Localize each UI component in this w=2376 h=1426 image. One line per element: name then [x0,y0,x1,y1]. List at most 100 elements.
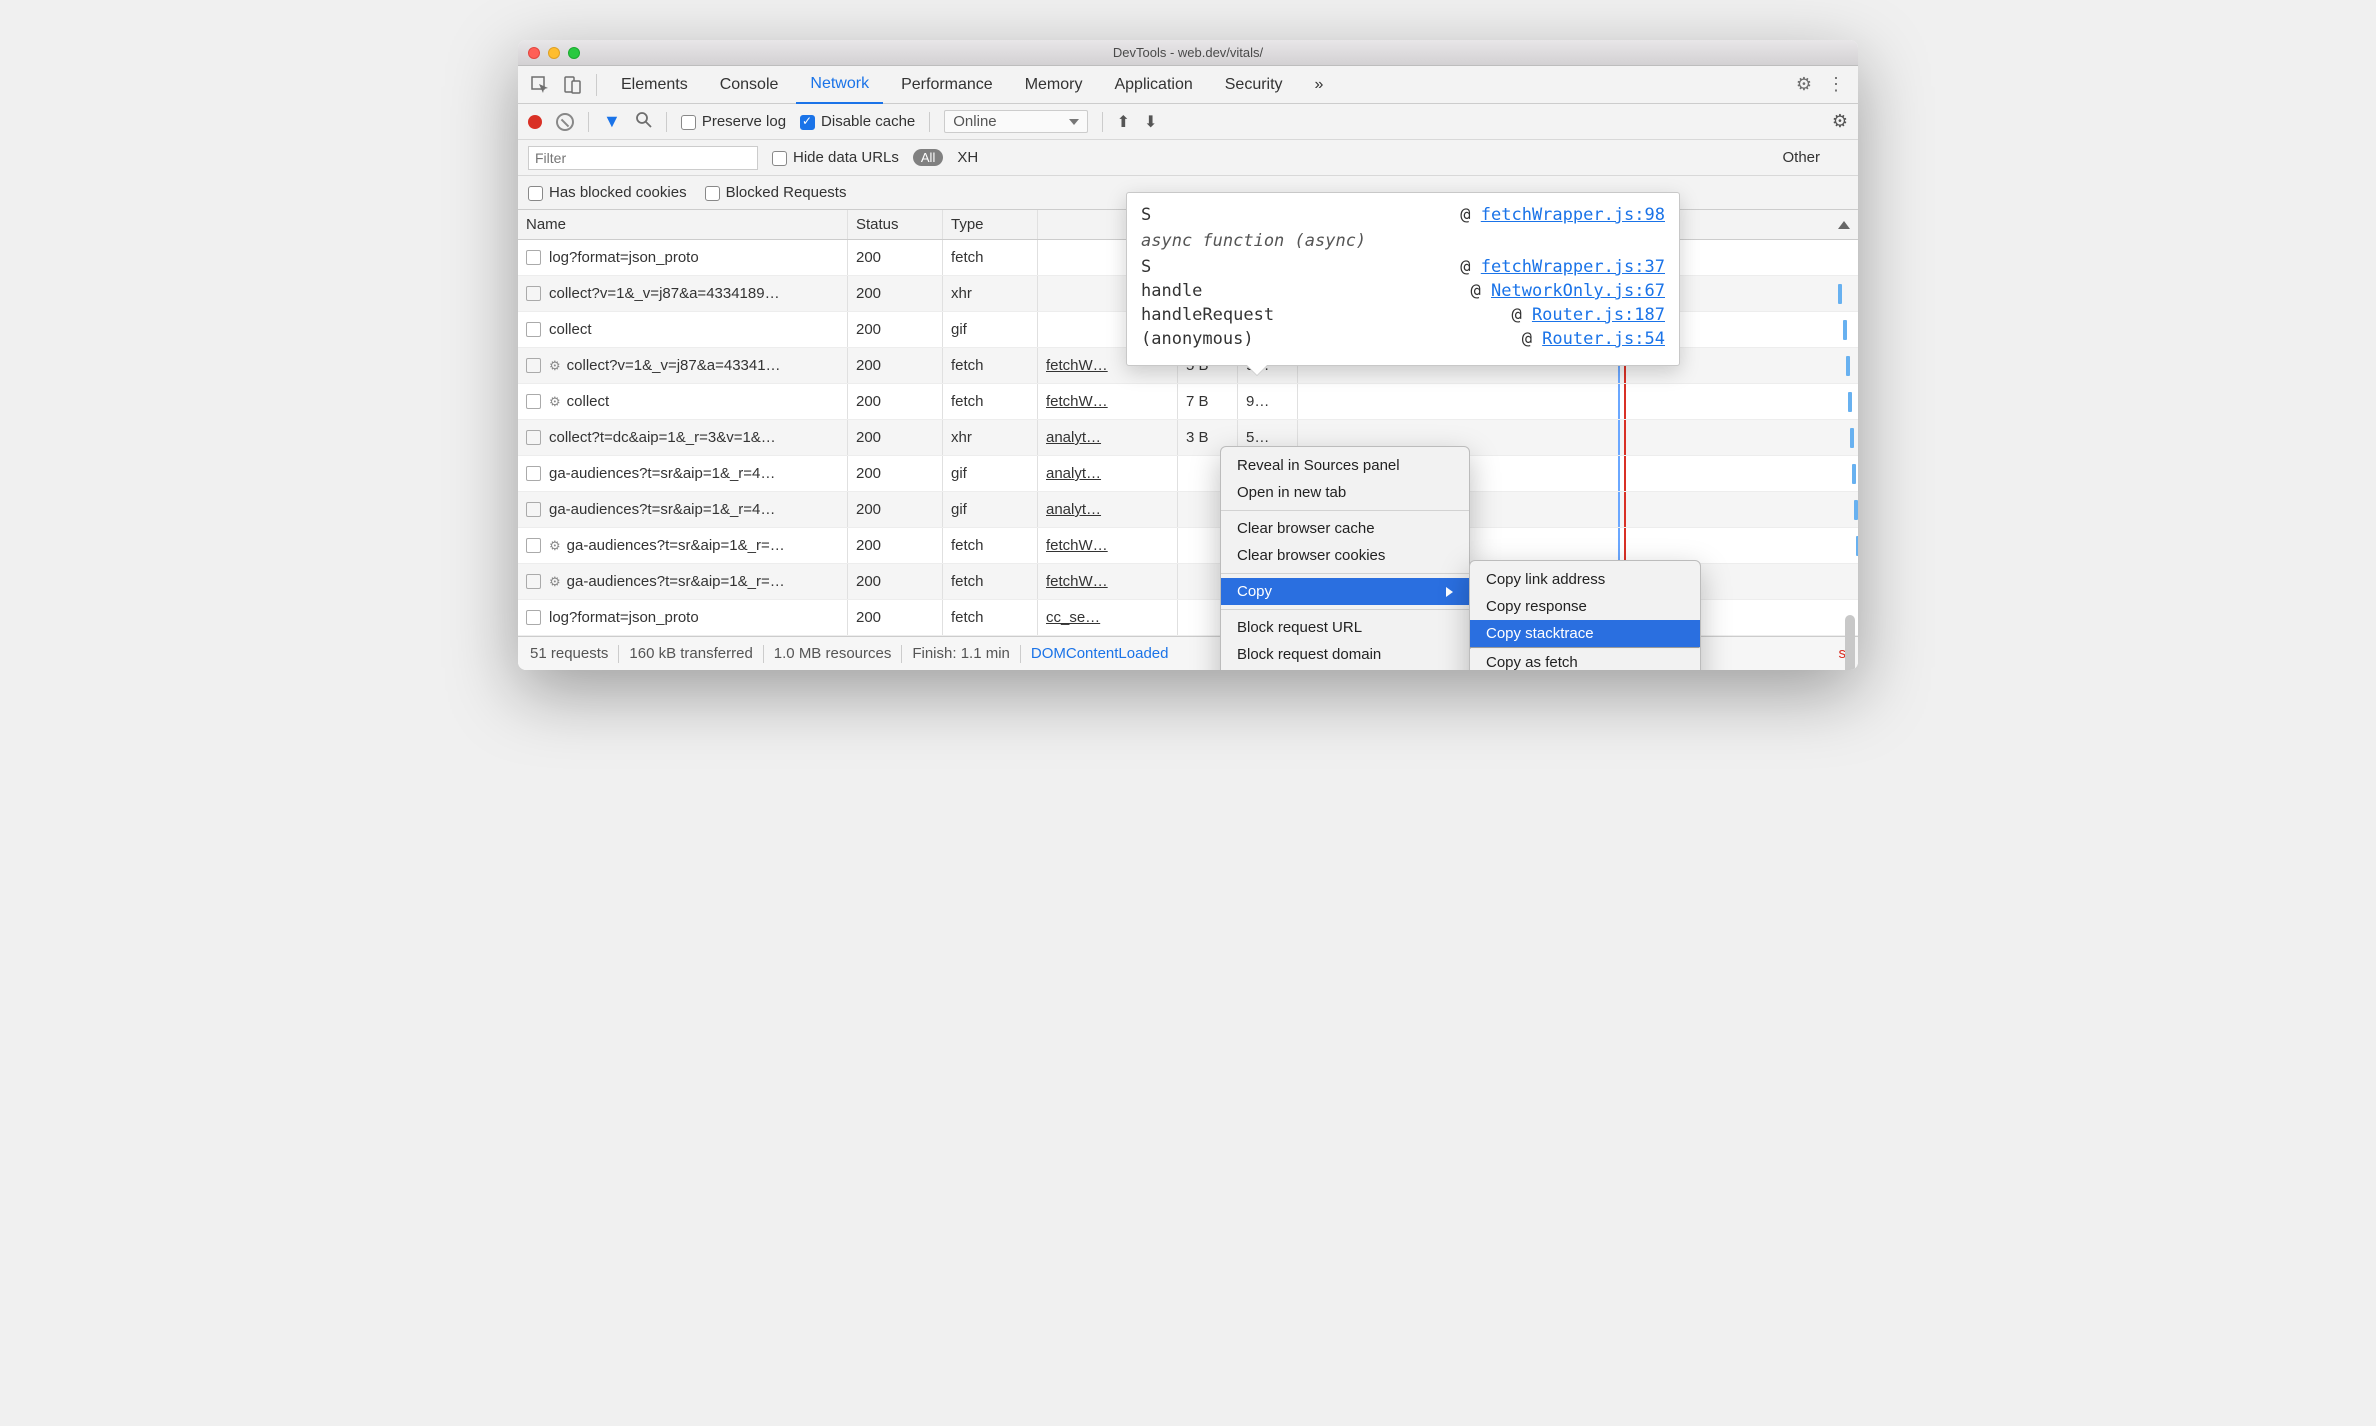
request-name: collect [567,393,610,410]
main-tabbar: ElementsConsoleNetworkPerformanceMemoryA… [518,66,1858,104]
kebab-menu-icon[interactable]: ⋮ [1822,71,1850,99]
status-resources: 1.0 MB resources [774,645,892,662]
request-initiator[interactable]: fetchW… [1038,528,1178,563]
request-status: 200 [848,564,943,599]
table-row[interactable]: collect?t=dc&aip=1&_r=3&v=1&…200xhranaly… [518,420,1858,456]
request-status: 200 [848,528,943,563]
search-icon[interactable] [635,111,652,133]
menu-item[interactable]: Open in new tab [1221,479,1469,506]
row-checkbox[interactable] [526,322,541,337]
tab-elements[interactable]: Elements [607,66,702,104]
menu-item[interactable]: Clear browser cookies [1221,542,1469,569]
menu-item[interactable]: Clear browser cache [1221,515,1469,542]
inspect-icon[interactable] [526,71,554,99]
row-checkbox[interactable] [526,538,541,553]
blocked-requests-label: Blocked Requests [726,184,847,201]
tab-network[interactable]: Network [796,66,883,104]
request-name: ga-audiences?t=sr&aip=1&_r=… [567,573,785,590]
device-toggle-icon[interactable] [558,71,586,99]
col-type[interactable]: Type [943,210,1038,239]
col-status[interactable]: Status [848,210,943,239]
col-name[interactable]: Name [518,210,848,239]
hide-data-urls-checkbox[interactable]: Hide data URLs [772,149,899,166]
submenu-item[interactable]: Copy response [1470,593,1700,620]
request-name: ga-audiences?t=sr&aip=1&_r=4… [549,465,775,482]
blocked-requests-checkbox[interactable]: Blocked Requests [705,184,847,201]
tab-console[interactable]: Console [706,66,793,104]
callstack-source-link[interactable]: NetworkOnly.js:67 [1491,281,1665,301]
request-type: gif [943,312,1038,347]
filter-type-xhr[interactable]: XH [957,149,978,166]
upload-har-icon[interactable]: ⬆ [1117,112,1130,132]
filter-input[interactable] [528,146,758,170]
table-row[interactable]: ga-audiences?t=sr&aip=1&_r=4…200gifanaly… [518,456,1858,492]
scrollbar-thumb[interactable] [1845,615,1855,670]
menu-item[interactable]: Block request URL [1221,614,1469,641]
row-checkbox[interactable] [526,610,541,625]
service-worker-gear-icon: ⚙ [549,538,561,554]
callstack-frame[interactable]: handle@ NetworkOnly.js:67 [1141,279,1665,303]
submenu-item[interactable]: Copy link address [1470,566,1700,593]
filter-type-other[interactable]: Other [1782,149,1820,166]
status-dcl: DOMContentLoaded [1031,645,1169,662]
request-status: 200 [848,492,943,527]
has-blocked-cookies-checkbox[interactable]: Has blocked cookies [528,184,687,201]
request-name: collect?v=1&_v=j87&a=4334189… [549,285,780,302]
status-transferred: 160 kB transferred [629,645,752,662]
request-name: log?format=json_proto [549,249,699,266]
callstack-frame[interactable]: handleRequest@ Router.js:187 [1141,303,1665,327]
callstack-source-link[interactable]: fetchWrapper.js:98 [1481,205,1665,225]
throttling-select[interactable]: Online [944,110,1087,133]
submenu-item[interactable]: Copy as fetch [1470,649,1700,670]
table-row[interactable]: ⚙ga-audiences?t=sr&aip=1&_r=…200fetchfet… [518,528,1858,564]
row-checkbox[interactable] [526,250,541,265]
row-checkbox[interactable] [526,430,541,445]
tab-security[interactable]: Security [1211,66,1297,104]
row-checkbox[interactable] [526,358,541,373]
row-checkbox[interactable] [526,574,541,589]
disable-cache-checkbox[interactable]: Disable cache [800,113,915,130]
request-initiator[interactable]: fetchW… [1038,384,1178,419]
request-initiator[interactable]: fetchW… [1038,564,1178,599]
table-row[interactable]: ga-audiences?t=sr&aip=1&_r=4…200gifanaly… [518,492,1858,528]
tab-memory[interactable]: Memory [1011,66,1097,104]
tab-application[interactable]: Application [1100,66,1206,104]
menu-item-label: Block request domain [1237,646,1381,663]
tabs-overflow[interactable]: » [1301,66,1338,104]
filter-type-all[interactable]: All [913,149,943,166]
request-name: collect [549,321,592,338]
network-settings-gear-icon[interactable]: ⚙ [1832,111,1848,132]
filter-toggle-icon[interactable]: ▼ [603,111,621,132]
menu-item[interactable]: Block request domain [1221,641,1469,668]
callstack-frame[interactable]: (anonymous)@ Router.js:54 [1141,327,1665,351]
request-name: ga-audiences?t=sr&aip=1&_r=… [567,537,785,554]
request-initiator[interactable]: cc_se… [1038,600,1178,635]
submenu-item[interactable]: Copy stacktrace [1470,620,1700,647]
callstack-source-link[interactable]: Router.js:54 [1542,329,1665,349]
callstack-fn: (anonymous) [1141,329,1254,349]
callstack-frame[interactable]: S@ fetchWrapper.js:37 [1141,255,1665,279]
callstack-fn: S [1141,257,1151,277]
at-symbol: @ [1471,281,1491,301]
at-symbol: @ [1511,305,1531,325]
request-initiator[interactable]: analyt… [1038,456,1178,491]
callstack-frame[interactable]: S@ fetchWrapper.js:98 [1141,203,1665,227]
menu-item[interactable]: Reveal in Sources panel [1221,452,1469,479]
at-symbol: @ [1460,205,1480,225]
tab-performance[interactable]: Performance [887,66,1007,104]
row-checkbox[interactable] [526,286,541,301]
row-checkbox[interactable] [526,502,541,517]
request-initiator[interactable]: analyt… [1038,420,1178,455]
callstack-source-link[interactable]: Router.js:187 [1532,305,1665,325]
request-initiator[interactable]: analyt… [1038,492,1178,527]
download-har-icon[interactable]: ⬇ [1144,112,1157,132]
record-button[interactable] [528,115,542,129]
clear-button[interactable] [556,113,574,131]
callstack-source-link[interactable]: fetchWrapper.js:37 [1481,257,1665,277]
menu-item[interactable]: Copy [1221,578,1469,605]
row-checkbox[interactable] [526,394,541,409]
table-row[interactable]: ⚙collect200fetchfetchW…7 B9… [518,384,1858,420]
preserve-log-checkbox[interactable]: Preserve log [681,113,786,130]
settings-gear-icon[interactable]: ⚙ [1790,71,1818,99]
row-checkbox[interactable] [526,466,541,481]
